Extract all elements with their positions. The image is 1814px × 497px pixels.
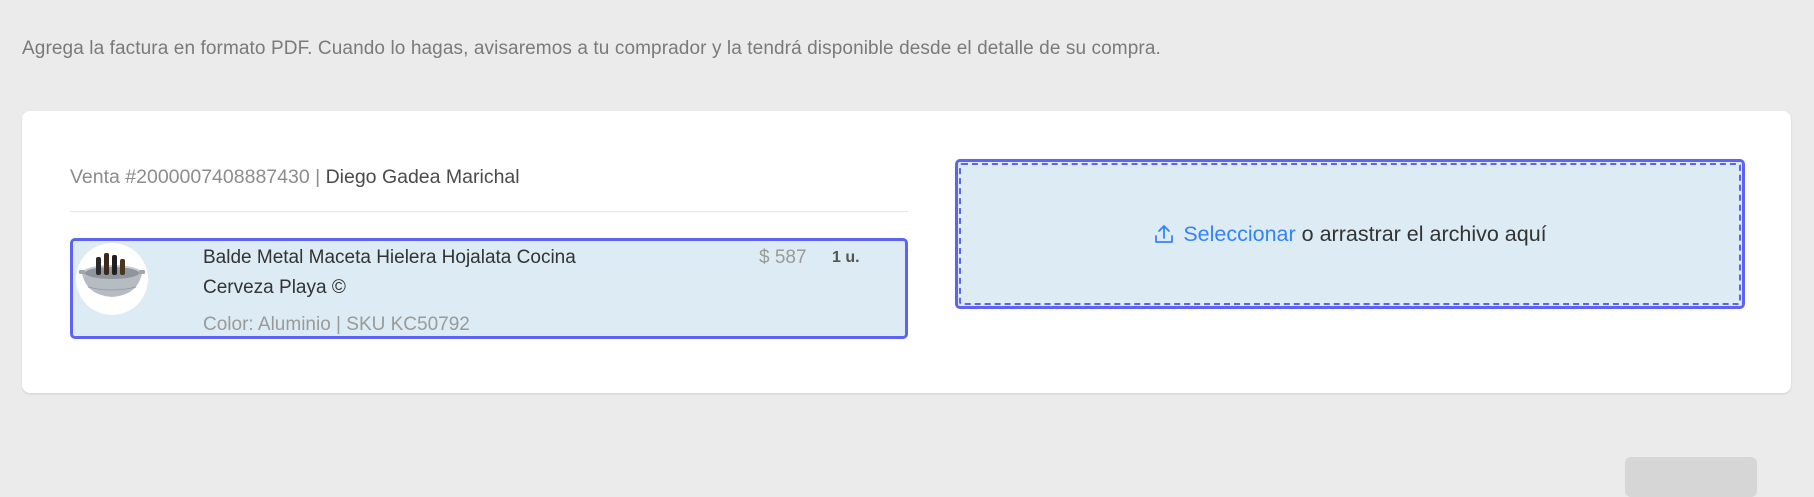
product-quantity: 1 u. <box>832 249 860 266</box>
submit-button[interactable] <box>1625 457 1757 497</box>
drag-file-text: o arrastrar el archivo aquí <box>1301 221 1547 246</box>
sale-header: Venta #2000007408887430 | Diego Gadea Ma… <box>70 166 520 189</box>
dropzone-dashed-area: Seleccionar o arrastrar el archivo aquí <box>959 163 1741 305</box>
instructions-text: Agrega la factura en formato PDF. Cuando… <box>22 38 1161 59</box>
metal-ice-bucket-image <box>79 253 145 297</box>
product-thumbnail <box>76 243 148 315</box>
upload-icon <box>1153 223 1175 245</box>
page-title-fragment <box>22 0 62 2</box>
sale-number: Venta #2000007408887430 <box>70 166 310 188</box>
product-title: Balde Metal Maceta Hielera Hojalata Coci… <box>203 247 576 298</box>
product-price: $ 587 <box>759 247 807 268</box>
divider <box>70 211 908 212</box>
dropzone-label: Seleccionar o arrastrar el archivo aquí <box>1153 221 1547 247</box>
file-dropzone[interactable]: Seleccionar o arrastrar el archivo aquí <box>955 159 1745 309</box>
buyer-name: Diego Gadea Marichal <box>325 166 520 188</box>
product-row[interactable]: Balde Metal Maceta Hielera Hojalata Coci… <box>70 238 908 339</box>
sale-separator: | <box>309 166 326 188</box>
select-file-link[interactable]: Seleccionar <box>1183 222 1295 247</box>
product-attributes: Color: Aluminio | SKU KC50792 <box>203 314 470 335</box>
invoice-card: Venta #2000007408887430 | Diego Gadea Ma… <box>22 111 1791 393</box>
